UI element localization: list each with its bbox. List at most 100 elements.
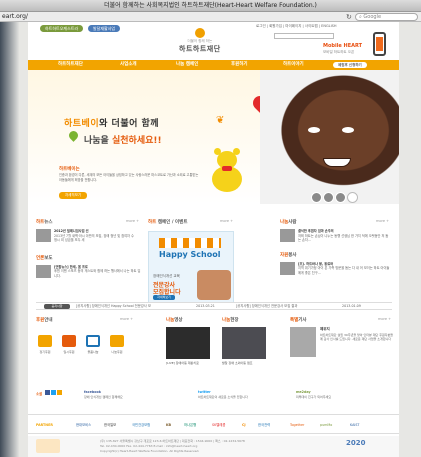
people-more-link[interactable]: more +: [376, 219, 389, 223]
happy-school-title: Happy School: [159, 250, 221, 259]
thumb-1[interactable]: [311, 192, 322, 203]
happy-school-banner[interactable]: Happy School 장애인식개선 교육 전문강사 모집합니다 자세히보기: [148, 231, 234, 303]
story-heading: 특별기사: [290, 317, 307, 323]
nav-item-donate[interactable]: 후원하기: [231, 60, 248, 70]
nav-item-stories[interactable]: 하트이야기: [283, 60, 304, 70]
happy-school-button[interactable]: 자세히보기: [153, 295, 175, 300]
thumb-3[interactable]: [335, 192, 346, 203]
notice-item-2[interactable]: [공지사항] 장애인식개선 전문강사 모집 결과: [236, 303, 297, 310]
press-item[interactable]: [연합뉴스] 한세, 봄 프로 후원 이젠 스포츠 등의 게스트와 함께 하는 …: [36, 264, 141, 279]
calendar-icon[interactable]: [38, 335, 52, 347]
heartbay-label: 하트베이는: [59, 167, 80, 172]
google-search-input[interactable]: ⌕ Google: [355, 13, 418, 21]
news-more-link[interactable]: more +: [126, 219, 139, 223]
facebook-desc: 장애 인식개선 캠페인 함께해요: [84, 395, 123, 399]
notice-date-2: 2013.01.09: [342, 304, 361, 308]
notice-ticker: 공지사항 [공지사항] 장애인식개선 Happy School 전문강사 모 2…: [36, 302, 392, 310]
mobile-promo[interactable]: Mobile HEART 모바일 하트하트 오픈: [323, 32, 393, 58]
partner-logo-5[interactable]: 하나은행: [184, 422, 196, 429]
hero-banner: 하트베이와 더불어 함께 나눔을 실천하세요!! ❦ 하트베이는 인종과 환경이…: [28, 70, 399, 204]
orchestra-link[interactable]: 하트하트오케스트라: [40, 25, 84, 32]
video-caption-1: [LIVE] 장애아동 재활치료: [166, 361, 199, 365]
video-heading-b: 영상: [174, 318, 183, 323]
nav-item-programs[interactable]: 사업소개: [120, 60, 137, 70]
news-item[interactable]: 2012년 밀레니엄사업 선 2013년 7월 새벽·아시 아반의 모집, 장애…: [36, 229, 141, 243]
utility-links[interactable]: 로그인 | 회원가입 | 마이페이지 | 사이트맵 | ENGLISH: [256, 24, 337, 29]
window-title: 더불어 함께하는 사회복지법인 하트하트재단(Heart-Heart Welfa…: [104, 2, 317, 9]
story-title[interactable]: 제위지: [320, 327, 330, 332]
twitter-icon[interactable]: [51, 390, 57, 395]
partner-logo-10[interactable]: pumMo: [320, 422, 332, 429]
video-heading: 나눔영상: [166, 317, 183, 323]
hero-headline-1: 하트베이와 더불어 함께: [64, 116, 159, 129]
me2day-link[interactable]: me2day: [296, 390, 311, 394]
volunteer-item[interactable]: [조]. 하트바나 봉, 동료와 지역 위기가정 아이 온 가족 방문을 돕는 …: [280, 261, 390, 276]
video-thumb-2[interactable]: [222, 327, 266, 359]
notice-date-1: 2013.03.21: [196, 304, 215, 308]
story-heading-b: 기사: [298, 318, 307, 323]
page-margin-right: [399, 22, 421, 457]
partner-label: PARTNER: [36, 423, 53, 427]
address-bar[interactable]: eart.org/ ↻ ⌕ Google: [0, 12, 421, 22]
rehab-link[interactable]: 발달재활사업: [88, 25, 121, 32]
partner-logo-11[interactable]: KAIST: [350, 422, 359, 429]
partner-logo-7[interactable]: CJ: [242, 422, 246, 429]
heartbay-description: 인종과 환경이 다른, 세계의 모든 아이들을 상징하고 있는 사랑스러운 마스…: [59, 173, 199, 182]
wing-icon: ❦: [216, 115, 225, 126]
partner-logo-2[interactable]: 한국일보: [104, 422, 116, 429]
press-heading-b: 보도: [44, 255, 53, 261]
children-photo: [197, 270, 231, 300]
facebook-link[interactable]: facebook: [84, 390, 101, 394]
partner-logo-8[interactable]: 한국전력: [258, 422, 270, 429]
people-heading: 나눔사람: [280, 219, 390, 225]
partner-logo-4[interactable]: KB: [166, 422, 171, 429]
reload-icon[interactable]: ↻: [346, 12, 352, 22]
campaign-more-link[interactable]: more +: [220, 219, 233, 223]
support-cap-goods: 물품나눔: [87, 350, 99, 354]
story-text: 하트하트재단 설립 30주년을 맞아 인터뷰 재단 후원자분들께 감사 인사를 …: [320, 333, 394, 341]
nav-item-campaign[interactable]: 나눔 캠페인: [176, 60, 198, 70]
facebook-icon[interactable]: [45, 390, 51, 395]
piggy-bank-icon[interactable]: [62, 335, 76, 347]
campaign-section: 하트 캠페인 / 이벤트 more +: [148, 219, 234, 229]
thumb-2[interactable]: [323, 192, 334, 203]
thumb-4[interactable]: [347, 192, 358, 203]
building-icon[interactable]: [110, 335, 124, 347]
child-photo: [260, 70, 399, 204]
happy-school-caption: 장애인식개선 교육: [153, 274, 180, 278]
field-heading: 나눔현장: [222, 317, 239, 323]
support-more-link[interactable]: more +: [120, 317, 133, 321]
gift-icon[interactable]: [86, 335, 100, 347]
news-section: 하트뉴스 more + 2012년 밀레니엄사업 선 2013년 7월 새벽·아…: [36, 219, 141, 278]
site-logo[interactable]: 더불어 함께 하는 하트하트재단: [179, 28, 221, 54]
video-thumb-1[interactable]: [166, 327, 210, 359]
url-field[interactable]: eart.org/: [2, 12, 28, 22]
partner-strip: PARTNER 현대모비스 한국일보 국민건강보험 KB 하나은행 SK텔레콤 …: [28, 414, 399, 434]
story-photo[interactable]: [290, 327, 316, 357]
phone-icon: [373, 32, 386, 56]
partner-logo-1[interactable]: 현대모비스: [76, 422, 91, 429]
support-heading-b: 안내: [44, 318, 53, 323]
blog-icon[interactable]: [57, 390, 63, 395]
hero-line1-rest: 와 더불어 함께: [99, 119, 160, 129]
partner-logo-3[interactable]: 국민건강보험: [132, 422, 150, 429]
promo-title: Mobile HEART: [323, 43, 363, 49]
partner-logo-6[interactable]: SK텔레콤: [212, 422, 225, 429]
volunteer-heading: 자원봉사: [280, 252, 390, 258]
story-more-link[interactable]: more +: [378, 317, 391, 321]
nav-item-foundation[interactable]: 하트하트재단: [58, 60, 83, 70]
people-thumb: [280, 229, 295, 242]
twitter-link[interactable]: twitter: [198, 390, 211, 394]
people-item[interactable]: 결식한 후원자 엄마 손주의 저희 하트는 손님이 나누는 동행 선생님 한 가…: [280, 229, 390, 243]
logo-heart-icon: [194, 28, 205, 38]
search-placeholder: Google: [363, 14, 382, 20]
press-item-text: 후원 이젠 스포츠 등의 게스트와 함께 하는 행사에서 나는 하트 입니다.: [54, 269, 141, 278]
social-label: 소셜: [36, 392, 43, 396]
hero-more-button[interactable]: 자세히보기: [59, 192, 87, 199]
website-page: 하트하트오케스트라 발달재활사업 로그인 | 회원가입 | 마이페이지 | 사이…: [28, 22, 399, 457]
notice-item-1[interactable]: [공지사항] 장애인식개선 Happy School 전문강사 모: [76, 303, 151, 310]
support-cap-regular: 정기후원: [39, 350, 51, 354]
partner-logo-9[interactable]: Together: [290, 422, 304, 429]
support-heading: 후원안내: [36, 317, 53, 323]
apply-button[interactable]: 체험후 신청하기: [333, 62, 367, 68]
